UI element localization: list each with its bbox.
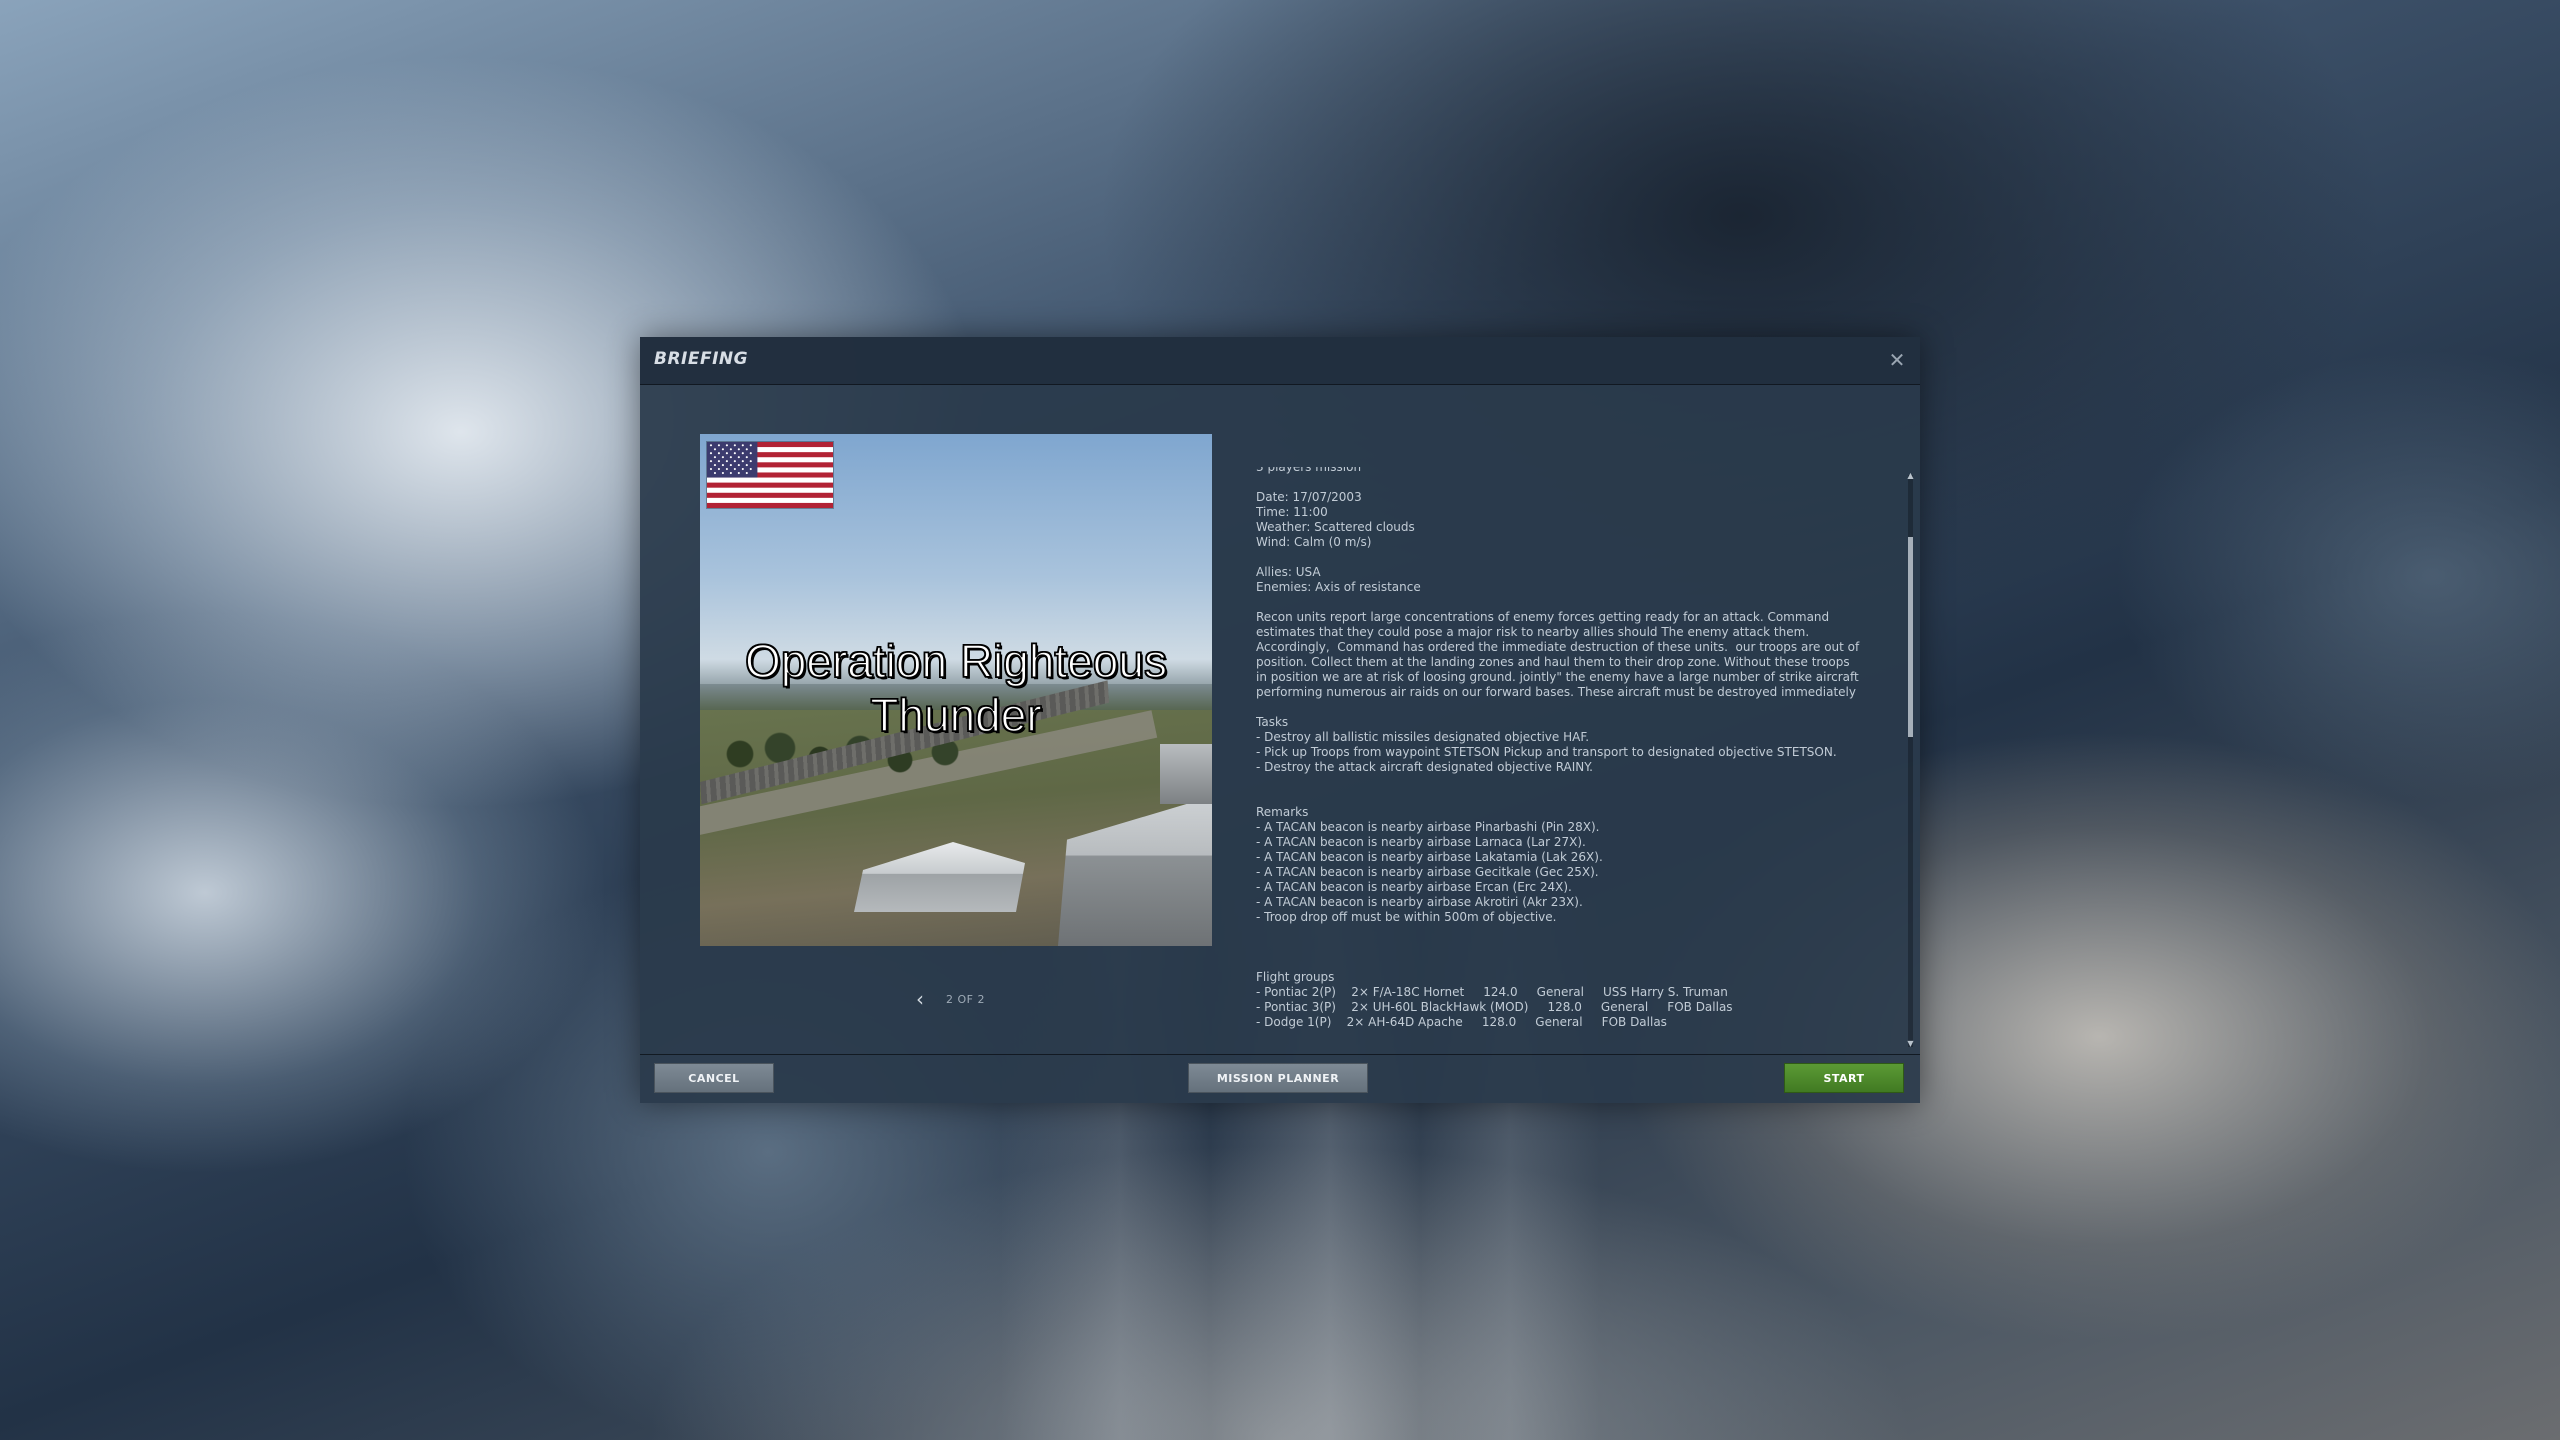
remark-item: - A TACAN beacon is nearby airbase Akrot… bbox=[1256, 895, 1583, 909]
scroll-down-icon[interactable]: ▼ bbox=[1906, 1040, 1915, 1048]
briefing-content: 3 players mission Date: 17/07/2003 Time:… bbox=[1256, 467, 1862, 1030]
preview-hangar bbox=[1160, 744, 1212, 804]
task-item: - Pick up Troops from waypoint STETSON P… bbox=[1256, 745, 1837, 759]
briefing-dialog: BRIEFING ✕ Operation Righteous Thunder ‹… bbox=[640, 337, 1920, 1103]
remark-item: - A TACAN beacon is nearby airbase Pinar… bbox=[1256, 820, 1600, 834]
dialog-header: BRIEFING ✕ bbox=[640, 337, 1920, 385]
flight-group-item: - Dodge 1(P) 2× AH-64D Apache 128.0 Gene… bbox=[1256, 1015, 1667, 1029]
dialog-title: BRIEFING bbox=[654, 349, 749, 369]
chevron-left-icon[interactable]: ‹ bbox=[910, 989, 930, 1009]
remarks-header: Remarks bbox=[1256, 805, 1309, 819]
remark-item: - A TACAN beacon is nearby airbase Lakat… bbox=[1256, 850, 1603, 864]
flight-group-item: - Pontiac 2(P) 2× F/A-18C Hornet 124.0 G… bbox=[1256, 985, 1728, 999]
flight-groups-header: Flight groups bbox=[1256, 970, 1335, 984]
task-item: - Destroy the attack aircraft designated… bbox=[1256, 760, 1593, 774]
footer-divider bbox=[640, 1054, 1920, 1055]
briefing-cut-line: 3 players mission bbox=[1256, 467, 1362, 474]
mission-title: Operation Righteous Thunder bbox=[744, 634, 1167, 742]
mission-preview-image: Operation Righteous Thunder bbox=[700, 434, 1212, 946]
briefing-description: Recon units report large concentrations … bbox=[1256, 610, 1860, 699]
briefing-enemies: Enemies: Axis of resistance bbox=[1256, 580, 1421, 594]
remark-item: - A TACAN beacon is nearby airbase Ercan… bbox=[1256, 880, 1572, 894]
scroll-up-icon[interactable]: ▲ bbox=[1906, 472, 1915, 480]
mission-planner-button[interactable]: MISSION PLANNER bbox=[1188, 1063, 1368, 1093]
cancel-button[interactable]: CANCEL bbox=[654, 1063, 774, 1093]
remark-item: - A TACAN beacon is nearby airbase Larna… bbox=[1256, 835, 1586, 849]
briefing-time: Time: 11:00 bbox=[1256, 505, 1328, 519]
remark-item: - Troop drop off must be within 500m of … bbox=[1256, 910, 1557, 924]
briefing-weather: Weather: Scattered clouds bbox=[1256, 520, 1415, 534]
usa-flag-icon bbox=[706, 441, 834, 509]
briefing-text-panel[interactable]: 3 players mission Date: 17/07/2003 Time:… bbox=[1256, 467, 1862, 1052]
remark-item: - A TACAN beacon is nearby airbase Gecit… bbox=[1256, 865, 1599, 879]
start-button[interactable]: START bbox=[1784, 1063, 1904, 1093]
briefing-scrollbar-thumb[interactable] bbox=[1908, 537, 1913, 737]
page-indicator: 2 OF 2 bbox=[946, 993, 985, 1006]
flight-group-item: - Pontiac 3(P) 2× UH-60L BlackHawk (MOD)… bbox=[1256, 1000, 1733, 1014]
task-item: - Destroy all ballistic missiles designa… bbox=[1256, 730, 1590, 744]
briefing-allies: Allies: USA bbox=[1256, 565, 1321, 579]
tasks-header: Tasks bbox=[1256, 715, 1289, 729]
close-icon[interactable]: ✕ bbox=[1884, 347, 1910, 373]
briefing-wind: Wind: Calm (0 m/s) bbox=[1256, 535, 1372, 549]
briefing-date: Date: 17/07/2003 bbox=[1256, 490, 1362, 504]
